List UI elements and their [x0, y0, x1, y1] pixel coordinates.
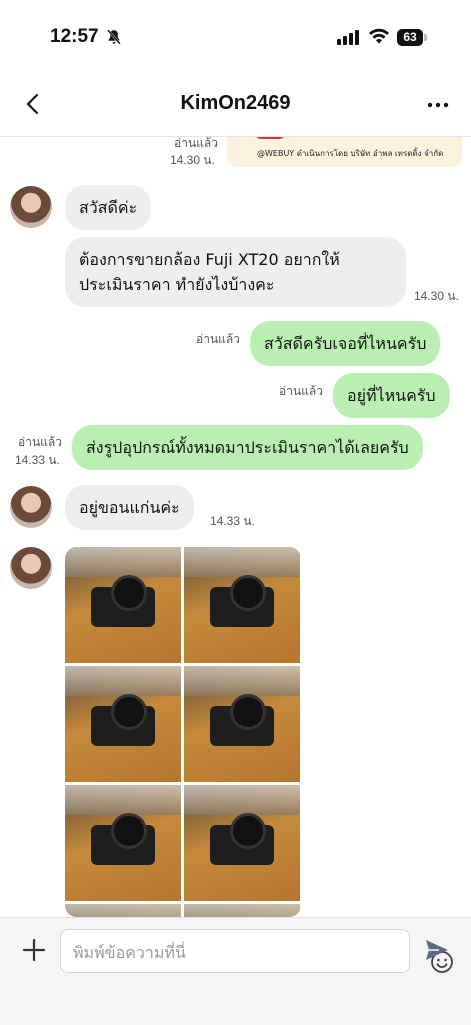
wifi-icon: [369, 28, 389, 44]
send-icon[interactable]: [424, 938, 450, 962]
sticker-character-feet: [255, 137, 285, 139]
read-receipt: อ่านแล้ว: [174, 137, 218, 150]
read-receipt: อ่านแล้ว: [18, 435, 62, 449]
photo-thumbnail[interactable]: [65, 666, 181, 782]
photo-thumbnail[interactable]: [184, 666, 300, 782]
more-horizontal-icon[interactable]: [426, 100, 450, 110]
promo-image-message[interactable]: @WEBUY ดำเนินการโดย บริษัท อำพล เทรดดิ้ง…: [227, 137, 462, 167]
avatar[interactable]: [10, 186, 52, 228]
cellular-signal-icon: [337, 30, 359, 45]
photo-thumbnail[interactable]: [184, 547, 300, 663]
photo-grid-message[interactable]: [65, 547, 301, 917]
status-bar: 12:57 63: [0, 0, 471, 78]
read-receipt: อ่านแล้ว: [279, 384, 323, 398]
message-time: 14.33 น.: [210, 514, 255, 528]
avatar[interactable]: [10, 486, 52, 528]
status-time: 12:57: [50, 26, 99, 47]
read-receipt: อ่านแล้ว: [196, 332, 240, 346]
battery-cap: [424, 34, 427, 41]
message-input-box[interactable]: [60, 929, 453, 973]
photo-thumbnail[interactable]: [184, 785, 300, 901]
message-text-line: ต้องการขายกล้อง Fuji XT20 อยากให้: [79, 250, 340, 269]
photo-thumbnail[interactable]: [65, 904, 181, 917]
message-input[interactable]: [71, 938, 365, 966]
message-bubble-incoming[interactable]: สวัสดีค่ะ: [65, 185, 152, 230]
avatar[interactable]: [10, 547, 52, 589]
promo-image-caption: @WEBUY ดำเนินการโดย บริษัท อำพล เทรดดิ้ง…: [257, 149, 444, 158]
battery-level: 63: [397, 29, 423, 46]
message-time: 14.33 น.: [15, 453, 60, 467]
message-time: 14.30 น.: [170, 153, 215, 167]
message-bubble-incoming[interactable]: ต้องการขายกล้อง Fuji XT20 อยากให้ ประเมิ…: [65, 237, 406, 307]
chat-title[interactable]: KimOn2469: [0, 92, 471, 115]
message-composer: [0, 917, 471, 1025]
chat-header: KimOn2469: [0, 78, 471, 137]
message-bubble-outgoing[interactable]: สวัสดีครับเจอที่ไหนครับ: [250, 321, 441, 366]
message-text-line: ประเมินราคา ทำยังไงบ้างคะ: [79, 275, 275, 294]
plus-icon[interactable]: [22, 938, 46, 962]
message-bubble-incoming[interactable]: อยู่ขอนแก่นค่ะ: [65, 485, 194, 530]
photo-thumbnail[interactable]: [184, 904, 300, 917]
message-bubble-outgoing[interactable]: ส่งรูปอุปกรณ์ทั้งหมดมาประเมินราคาได้เลยค…: [72, 425, 423, 470]
message-list[interactable]: อ่านแล้ว 14.30 น. @WEBUY ดำเนินการโดย บร…: [0, 137, 471, 917]
message-time: 14.30 น.: [414, 289, 459, 303]
message-bubble-outgoing[interactable]: อยู่ที่ไหนครับ: [333, 373, 450, 418]
photo-thumbnail[interactable]: [65, 547, 181, 663]
photo-thumbnail[interactable]: [65, 785, 181, 901]
bell-slash-icon: [107, 29, 121, 45]
